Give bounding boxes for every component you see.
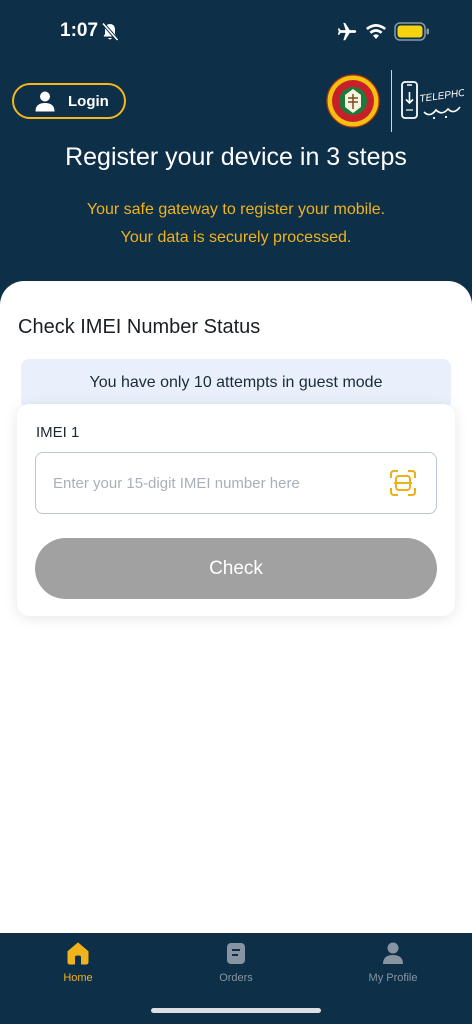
status-time: 1:07 — [60, 20, 99, 41]
logo-divider — [391, 70, 392, 132]
imei-label: IMEI 1 — [36, 424, 80, 441]
imei-input[interactable] — [35, 452, 437, 514]
home-indicator[interactable] — [151, 1008, 321, 1013]
page-headline: Register your device in 3 steps — [65, 143, 407, 171]
status-bar: 1:07 — [0, 0, 472, 62]
nav-profile-label: My Profile — [368, 972, 418, 984]
login-label: Login — [68, 92, 109, 110]
nav-orders-label: Orders — [219, 972, 253, 984]
profile-icon — [383, 942, 403, 964]
user-icon — [35, 91, 55, 112]
orders-icon — [227, 943, 245, 964]
attempts-banner-text: You have only 10 attempts in guest mode — [89, 374, 383, 391]
airplane-icon — [337, 22, 357, 41]
nav-home-label: Home — [63, 972, 93, 984]
telephony-logo: TELEPHONY — [401, 81, 464, 120]
battery-icon — [394, 22, 429, 41]
nav-orders[interactable]: Orders — [176, 940, 296, 992]
subline-security: Your data is securely processed. — [120, 229, 352, 246]
subline-gateway: Your safe gateway to register your mobil… — [86, 201, 386, 218]
nav-home[interactable]: Home — [18, 940, 138, 992]
login-button[interactable]: Login — [12, 83, 126, 119]
bell-off-icon — [101, 22, 119, 42]
section-title: Check IMEI Number Status — [18, 316, 261, 338]
customs-emblem-logo — [326, 74, 380, 128]
scan-barcode-icon[interactable] — [389, 469, 417, 497]
wifi-icon — [366, 24, 386, 39]
check-button[interactable]: Check — [35, 538, 437, 599]
telephony-logo-text: TELEPHONY — [419, 85, 464, 105]
nav-profile[interactable]: My Profile — [333, 940, 453, 992]
home-icon — [67, 942, 89, 965]
